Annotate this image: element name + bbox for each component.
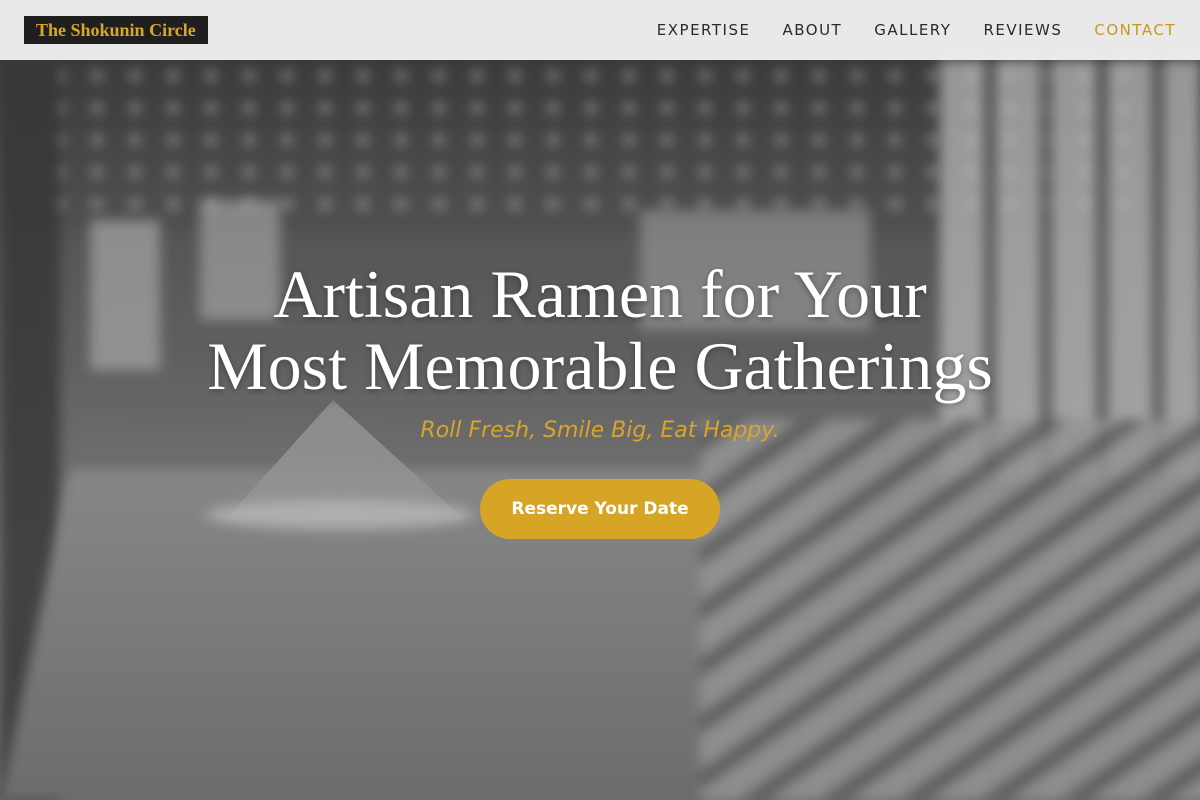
hero-tagline: Roll Fresh, Smile Big, Eat Happy. [420,418,780,443]
main-nav: EXPERTISE ABOUT GALLERY REVIEWS CONTACT [625,21,1176,39]
headline-line-2: Most Memorable Gatherings [207,328,993,404]
nav-expertise[interactable]: EXPERTISE [657,21,751,39]
hero-headline: Artisan Ramen for Your Most Memorable Ga… [0,258,1200,402]
nav-gallery[interactable]: GALLERY [874,21,951,39]
headline-line-1: Artisan Ramen for Your [273,256,927,332]
reserve-date-button[interactable]: Reserve Your Date [480,479,720,539]
nav-about[interactable]: ABOUT [782,21,842,39]
site-logo[interactable]: The Shokunin Circle [24,16,208,44]
hero-content: Artisan Ramen for Your Most Memorable Ga… [0,258,1200,539]
nav-reviews[interactable]: REVIEWS [983,21,1062,39]
nav-contact[interactable]: CONTACT [1094,21,1176,39]
site-header: The Shokunin Circle EXPERTISE ABOUT GALL… [0,0,1200,60]
